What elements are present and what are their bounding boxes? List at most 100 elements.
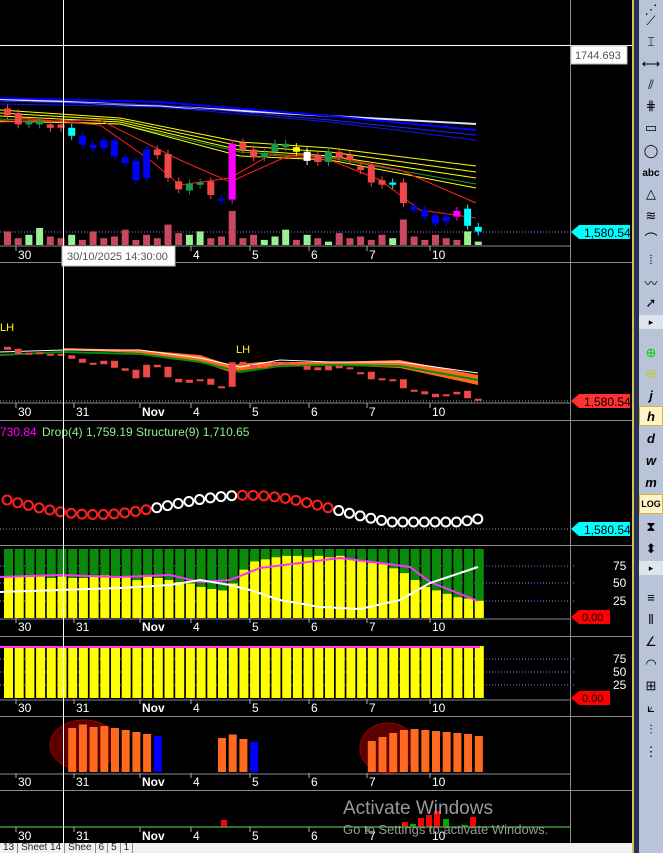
volume-bar [25, 234, 33, 245]
vertical-lines-icon[interactable]: ⦀ [639, 610, 663, 630]
candle [357, 166, 365, 170]
level-label: 25 [613, 678, 627, 692]
expand-icon[interactable]: ▸ [639, 315, 663, 329]
structure-dot [397, 516, 409, 528]
candle [271, 362, 279, 366]
axis-label: 30 [18, 620, 32, 634]
fib-arcs-icon[interactable]: ◠ [639, 654, 663, 674]
sheet-tab[interactable]: Sheet 14 [18, 843, 66, 853]
chart-area[interactable]: LH LH 730.84 Drop(4) 1,759.19 Structure(… [0, 0, 632, 843]
volume-bar [196, 231, 204, 245]
candle [164, 154, 172, 178]
structure-dot [440, 516, 452, 528]
osc-bar-yellow [453, 646, 463, 698]
volume-bar [36, 228, 44, 245]
parallel-lines-icon[interactable]: ⫽ [639, 75, 663, 95]
zoom-out-icon[interactable]: ⊖ [639, 364, 663, 384]
text-tool-icon[interactable]: abc [639, 163, 663, 183]
cycle-lines-icon[interactable]: ⦙ [639, 250, 663, 270]
candle [175, 181, 183, 190]
scale-icon[interactable]: ⬍ [639, 539, 663, 559]
osc-bar-yellow [207, 589, 217, 618]
hourly-icon[interactable]: h [639, 406, 663, 426]
daily-icon[interactable]: d [639, 428, 663, 448]
sheet-tabs: 13 Sheet 14 Shee 6 5 1 [0, 843, 632, 853]
candle [121, 368, 129, 371]
fib-channel-icon[interactable]: ⋕ [639, 96, 663, 116]
candle [36, 120, 44, 125]
candle [218, 198, 225, 201]
osc-bar-yellow [121, 576, 131, 618]
osc-bar-yellow [36, 576, 46, 618]
horizontal-segment-icon[interactable]: ⟷ [639, 54, 663, 74]
axis-label: 7 [369, 701, 376, 715]
osc-bar-yellow [292, 646, 302, 698]
fit-icon[interactable]: ⧗ [639, 517, 663, 537]
candle [143, 364, 151, 378]
sheet-tab[interactable]: 5 [108, 843, 121, 853]
structure-dot [376, 514, 387, 526]
tool-icon[interactable]: ⫶ [639, 720, 663, 740]
gann-angle-icon[interactable]: ∠ [639, 632, 663, 652]
rectangle-icon[interactable]: ▭ [639, 118, 663, 138]
crosshair-price-label: 1744.693 [575, 50, 621, 62]
arrow-icon[interactable]: ➚ [639, 293, 663, 313]
structure-dot [226, 490, 238, 502]
candle [325, 151, 332, 162]
arc-icon[interactable]: ⌒ [639, 228, 663, 248]
fan-icon[interactable]: ⟀ [639, 698, 663, 718]
structure-dot [119, 507, 131, 519]
axis-label: 30 [18, 405, 32, 419]
weekly-icon[interactable]: w [639, 450, 663, 470]
volume-bar [228, 211, 236, 245]
structure-dot [408, 516, 420, 528]
structure-dot [140, 504, 152, 516]
zigzag-icon[interactable]: 〰 [639, 272, 663, 292]
monthly-icon[interactable]: m [639, 472, 663, 492]
candle [100, 140, 108, 149]
sheet-tab[interactable]: 1 [120, 843, 134, 853]
volume-bar [399, 219, 407, 245]
line-segment-icon[interactable]: ⟋ [639, 11, 663, 31]
osc-bar-yellow [185, 583, 195, 618]
candle [207, 181, 215, 196]
grid-icon[interactable]: ⊞ [639, 676, 663, 696]
candle [260, 152, 268, 158]
vertical-segment-icon[interactable]: ⌶ [639, 32, 663, 52]
osc-bar-yellow [153, 577, 163, 618]
sheet-tab[interactable]: 6 [95, 843, 109, 853]
volume-bar [4, 231, 11, 245]
candle [442, 216, 450, 222]
intraday-icon[interactable]: j [639, 385, 663, 405]
tool-icon[interactable]: ⋮ [639, 742, 663, 762]
osc-bar [78, 724, 87, 772]
structure-dot [129, 505, 141, 517]
osc-bar-yellow [432, 646, 441, 698]
sheet-tab[interactable]: Shee [65, 843, 96, 853]
structure-dot [22, 499, 34, 511]
log-scale-icon[interactable]: LOG [639, 494, 663, 514]
volume-bar [143, 234, 151, 245]
structure-dot [269, 491, 280, 503]
candle [14, 348, 22, 354]
horizontal-lines-icon[interactable]: ≡ [639, 587, 663, 607]
lh-label: LH [236, 344, 250, 356]
volume-bar [271, 236, 279, 245]
wave-icon[interactable]: ≋ [639, 206, 663, 226]
osc-bar-yellow [46, 577, 56, 618]
osc-bar-yellow [68, 646, 78, 698]
ellipse-icon[interactable]: ◯ [639, 141, 663, 161]
expand-icon[interactable]: ▸ [639, 561, 663, 575]
candle [250, 149, 258, 158]
panel-borders [0, 0, 632, 843]
structure-dot [333, 505, 345, 517]
triangle-icon[interactable]: △ [639, 184, 663, 204]
osc-bar-yellow [100, 575, 110, 618]
osc-bar-yellow [442, 646, 452, 698]
osc-bar-yellow [218, 590, 227, 618]
sheet-tab[interactable]: 13 [0, 843, 19, 853]
volume-bar [292, 239, 300, 245]
osc-bar-yellow [78, 646, 88, 698]
zoom-in-icon[interactable]: ⊕ [639, 343, 663, 363]
osc-bar-yellow [357, 646, 367, 698]
